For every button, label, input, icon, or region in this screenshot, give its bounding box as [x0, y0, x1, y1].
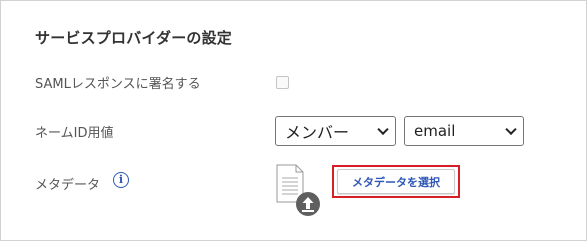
saml-sign-label: SAMLレスポンスに署名する	[35, 77, 201, 92]
name-id-member-select[interactable]: メンバー	[275, 116, 396, 146]
name-id-attribute-select[interactable]: email	[404, 116, 524, 146]
name-id-member-select-value: メンバー	[285, 123, 350, 142]
select-metadata-button[interactable]: メタデータを選択	[337, 169, 455, 194]
section-title: サービスプロバイダーの設定	[35, 29, 233, 47]
chevron-down-icon	[377, 123, 389, 136]
saml-sign-checkbox[interactable]	[276, 76, 289, 89]
metadata-label: メタデータ	[35, 178, 101, 193]
document-upload-icon	[276, 164, 320, 216]
info-icon[interactable]: i	[113, 172, 129, 188]
name-id-attribute-select-value: email	[414, 122, 456, 140]
service-provider-settings-panel: サービスプロバイダーの設定 SAMLレスポンスに署名する ネームID用値 メンバ…	[0, 0, 587, 241]
name-id-label: ネームID用値	[35, 126, 114, 141]
chevron-down-icon	[505, 123, 517, 136]
